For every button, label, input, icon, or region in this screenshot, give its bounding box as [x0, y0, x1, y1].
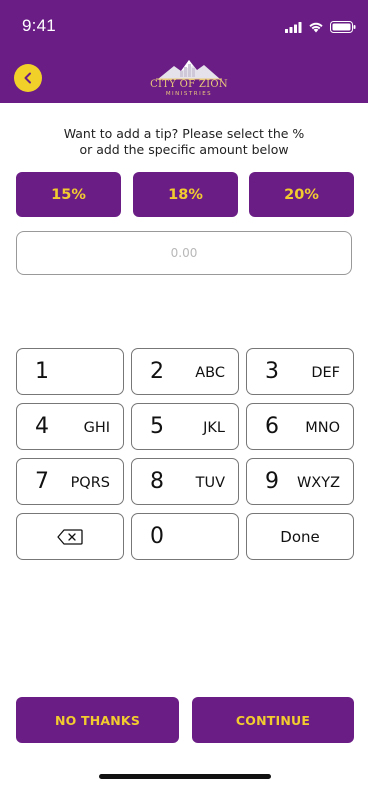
- key-7[interactable]: 7 PQRS: [16, 458, 124, 505]
- key-5[interactable]: 5 JKL: [131, 403, 239, 450]
- tip-screen: 9:41 CITY OF ZION MINISTRIES Want to add…: [0, 0, 368, 792]
- key-letters: JKL: [203, 420, 225, 436]
- continue-button[interactable]: CONTINUE: [192, 697, 354, 743]
- tip-prompt-line1: Want to add a tip? Please select the %: [63, 126, 305, 141]
- key-delete[interactable]: [16, 513, 124, 560]
- key-letters: PQRS: [70, 475, 110, 491]
- key-digit: 3: [265, 359, 279, 384]
- key-digit: 7: [35, 469, 49, 494]
- key-1[interactable]: 1: [16, 348, 124, 395]
- backspace-icon: [57, 528, 83, 545]
- key-done[interactable]: Done: [246, 513, 354, 560]
- key-0[interactable]: 0: [131, 513, 239, 560]
- tip-18-button[interactable]: 18%: [133, 172, 238, 217]
- key-digit: 4: [35, 414, 49, 439]
- battery-icon: [330, 21, 356, 33]
- church-logo: CITY OF ZION MINISTRIES: [148, 58, 230, 100]
- key-4[interactable]: 4 GHI: [16, 403, 124, 450]
- key-digit: 8: [150, 469, 164, 494]
- tip-amount-input[interactable]: 0.00: [16, 231, 352, 275]
- key-6[interactable]: 6 MNO: [246, 403, 354, 450]
- key-digit: 5: [150, 414, 164, 439]
- header-bar: 9:41 CITY OF ZION MINISTRIES: [0, 0, 368, 103]
- tip-20-button[interactable]: 20%: [249, 172, 354, 217]
- logo-subtitle: MINISTRIES: [165, 91, 213, 97]
- home-indicator: [99, 774, 271, 779]
- key-2[interactable]: 2 ABC: [131, 348, 239, 395]
- key-3[interactable]: 3 DEF: [246, 348, 354, 395]
- key-delete-wrap: [17, 514, 123, 559]
- key-letters: DEF: [311, 365, 340, 381]
- logo-title: CITY OF ZION: [150, 79, 228, 90]
- back-button[interactable]: [14, 64, 42, 92]
- status-time: 9:41: [22, 16, 56, 35]
- status-icons: [285, 20, 356, 34]
- key-letters: WXYZ: [296, 475, 340, 491]
- key-digit: 1: [35, 359, 49, 384]
- tip-prompt: Want to add a tip? Please select the % o…: [30, 126, 338, 158]
- tip-prompt-line2: or add the specific amount below: [79, 142, 289, 157]
- key-8[interactable]: 8 TUV: [131, 458, 239, 505]
- signal-icon: [285, 21, 302, 33]
- key-9[interactable]: 9 WXYZ: [246, 458, 354, 505]
- mountain-city-icon: [156, 60, 222, 80]
- key-digit: 9: [265, 469, 279, 494]
- key-letters: GHI: [83, 420, 110, 436]
- key-digit: 0: [150, 524, 164, 549]
- key-letters: MNO: [305, 420, 340, 436]
- no-thanks-button[interactable]: NO THANKS: [16, 697, 179, 743]
- key-digit: 6: [265, 414, 279, 439]
- tip-amount-placeholder: 0.00: [170, 246, 198, 260]
- key-done-label: Done: [280, 527, 320, 546]
- key-digit: 2: [150, 359, 164, 384]
- key-letters: ABC: [195, 365, 225, 381]
- status-bar: 9:41: [0, 0, 368, 50]
- key-letters: TUV: [195, 475, 225, 491]
- wifi-icon: [309, 22, 323, 33]
- chevron-left-icon: [24, 72, 31, 84]
- tip-15-button[interactable]: 15%: [16, 172, 121, 217]
